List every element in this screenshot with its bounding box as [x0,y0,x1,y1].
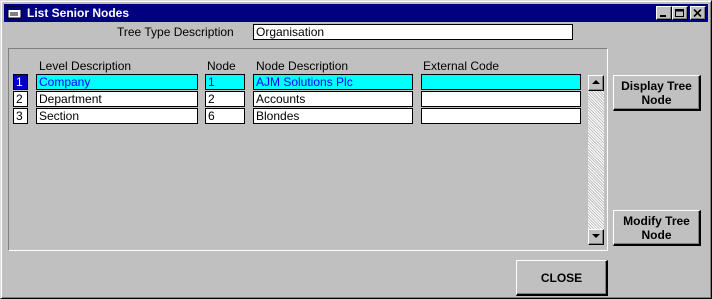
display-tree-node-button[interactable]: Display Tree Node [613,75,701,111]
column-header-node: Node [207,59,236,73]
node-cell[interactable]: 2 [205,91,245,107]
vertical-scrollbar[interactable] [588,75,604,245]
scroll-down-button[interactable] [588,229,604,245]
node-description-cell[interactable]: AJM Solutions Plc [253,74,413,90]
row-number[interactable]: 1 [13,74,28,90]
external-code-cell[interactable] [421,108,581,124]
maximize-button[interactable] [672,6,688,20]
scroll-up-arrow-icon [592,80,600,84]
level-description-cell[interactable]: Department [36,91,198,107]
app-icon [7,6,23,20]
column-header-external-code: External Code [423,59,500,73]
minimize-button[interactable] [656,6,672,20]
level-description-cell[interactable]: Company [36,74,198,90]
row-number[interactable]: 3 [13,108,28,124]
window-title: List Senior Nodes [27,6,130,20]
minimize-icon [660,15,666,17]
tree-type-field[interactable]: Organisation [253,24,573,40]
node-description-cell[interactable]: Accounts [253,91,413,107]
scroll-up-button[interactable] [588,75,604,91]
node-cell[interactable]: 6 [205,108,245,124]
level-description-cell[interactable]: Section [36,108,198,124]
row-number[interactable]: 2 [13,91,28,107]
node-description-cell[interactable]: Blondes [253,108,413,124]
maximize-icon [675,9,684,17]
modify-tree-node-button[interactable]: Modify Tree Node [613,210,701,246]
tree-type-label: Tree Type Description [117,25,234,39]
list-senior-nodes-window: List Senior Nodes Tree Type Description … [0,0,712,299]
external-code-cell[interactable] [421,91,581,107]
title-bar[interactable]: List Senior Nodes [4,4,708,22]
external-code-cell[interactable] [421,74,581,90]
close-window-button[interactable] [690,6,706,20]
node-cell[interactable]: 1 [205,74,245,90]
close-button[interactable]: CLOSE [516,260,608,296]
scroll-down-arrow-icon [592,234,600,238]
close-icon [693,9,702,18]
column-header-node-description: Node Description [256,59,349,73]
column-header-level: Level Description [39,59,132,73]
